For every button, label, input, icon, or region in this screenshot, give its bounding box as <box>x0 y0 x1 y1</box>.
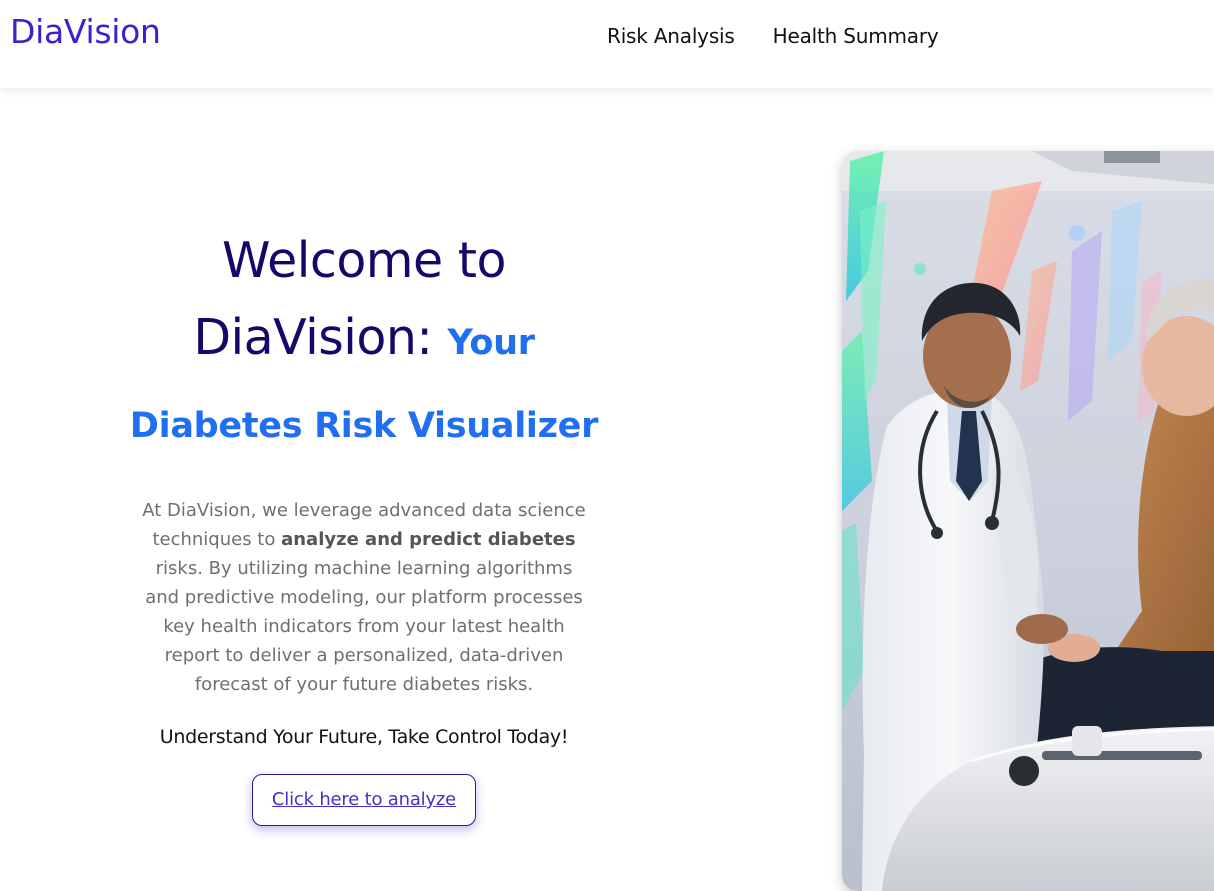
hero-description: At DiaVision, we leverage advanced data … <box>124 496 604 699</box>
hero-description-text-2: risks. By utilizing machine learning alg… <box>145 558 583 695</box>
nav-links: Risk Analysis Health Summary <box>607 24 939 48</box>
nav-link-health-summary[interactable]: Health Summary <box>773 24 939 48</box>
doctor-consultation-illustration <box>842 151 1214 891</box>
hero-title: Welcome to DiaVision: Your Diabetes Risk… <box>124 222 604 465</box>
hero-description-bold: analyze and predict diabetes <box>281 529 576 550</box>
hero-image-doctor-patient <box>842 151 1214 891</box>
hero-section: Welcome to DiaVision: Your Diabetes Risk… <box>124 222 604 826</box>
nav-link-risk-analysis[interactable]: Risk Analysis <box>607 24 735 48</box>
analyze-button[interactable]: Click here to analyze <box>251 774 477 826</box>
brand-logo-link[interactable]: DiaVision <box>10 12 161 51</box>
navbar: DiaVision Risk Analysis Health Summary <box>0 0 1214 88</box>
hero-tagline: Understand Your Future, Take Control Tod… <box>159 726 569 748</box>
cta-wrapper: Click here to analyze <box>124 774 604 826</box>
